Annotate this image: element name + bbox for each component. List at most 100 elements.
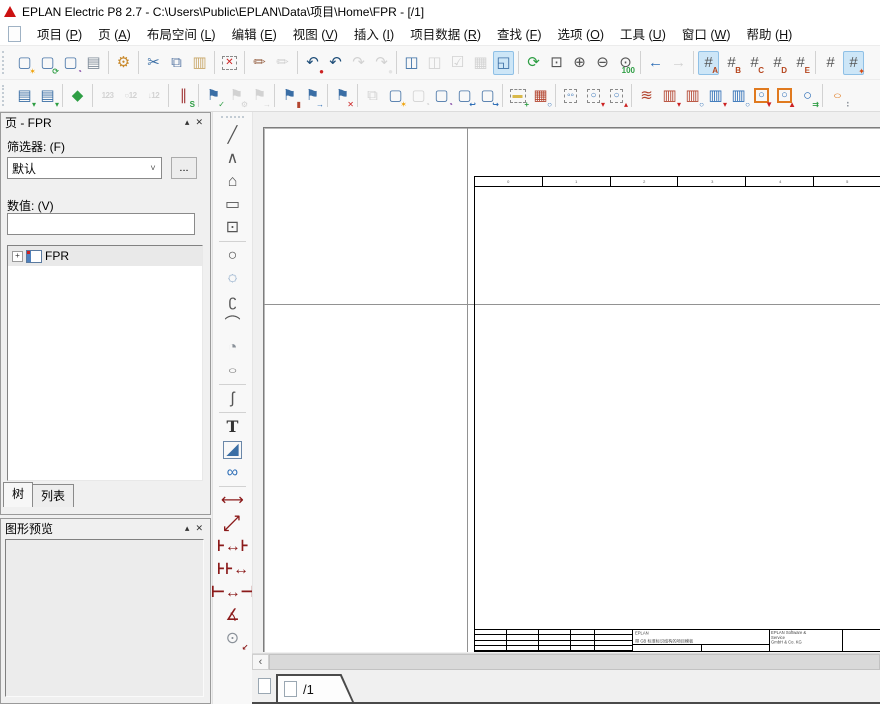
settings-icon[interactable]: ⚙ bbox=[113, 51, 134, 75]
black-box-icon[interactable]: ▥○ bbox=[682, 84, 703, 108]
format-paint-icon[interactable]: ✏ bbox=[249, 51, 270, 75]
print-icon[interactable]: ▤ bbox=[83, 51, 104, 75]
line-icon[interactable]: ╱ bbox=[219, 124, 247, 147]
arc-center-icon[interactable]: ⌒ bbox=[219, 313, 247, 336]
cable-icon[interactable]: ○∶ bbox=[827, 84, 848, 108]
menu-item-l[interactable]: 布局空间 (L) bbox=[139, 22, 224, 45]
polygon-icon[interactable]: ⌂ bbox=[219, 170, 247, 193]
panel-collapse-icon[interactable]: ▴ bbox=[182, 523, 193, 534]
format-copy-icon[interactable]: ✏ bbox=[272, 51, 293, 75]
structure-box-icon[interactable]: ▬+ bbox=[507, 84, 528, 108]
number-pages-icon[interactable]: 123 bbox=[97, 84, 118, 108]
forward-icon[interactable]: → bbox=[668, 51, 689, 75]
connection-symbols-icon[interactable]: ∥S bbox=[173, 84, 194, 108]
macro-export-icon[interactable]: ⚑→ bbox=[249, 84, 270, 108]
arc-3point-icon[interactable]: ʗ bbox=[219, 290, 247, 313]
redo-point-icon[interactable]: ↷● bbox=[371, 51, 392, 75]
dimension-radius-icon[interactable]: ⊙↙ bbox=[219, 627, 247, 650]
panel-close-icon[interactable]: ✕ bbox=[192, 117, 206, 128]
hyperlink-icon[interactable]: ∞ bbox=[219, 461, 247, 484]
menu-item-r[interactable]: 项目数据 (R) bbox=[402, 22, 489, 45]
undo-icon[interactable]: ↶ bbox=[325, 51, 346, 75]
menu-item-f[interactable]: 查找 (F) bbox=[489, 22, 549, 45]
spline-icon[interactable]: ʃ bbox=[219, 387, 247, 410]
potential-icon[interactable]: ○⇉ bbox=[797, 84, 818, 108]
back-icon[interactable]: ← bbox=[645, 51, 666, 75]
dimension-continued-icon[interactable]: ⊦↔⊦ bbox=[219, 535, 247, 558]
image-icon[interactable]: ◢ bbox=[219, 438, 247, 461]
menu-item-u[interactable]: 工具 (U) bbox=[612, 22, 674, 45]
grid-e-icon[interactable]: #E bbox=[790, 51, 811, 75]
page-properties-icon[interactable]: ▢◔ bbox=[408, 84, 429, 108]
insert-terminal-icon[interactable]: ○▾ bbox=[583, 84, 604, 108]
terminal-strip-definition-icon[interactable]: ≋ bbox=[636, 84, 657, 108]
paste-icon[interactable]: ▥ bbox=[189, 51, 210, 75]
redo-icon[interactable]: ↷ bbox=[348, 51, 369, 75]
polyline-icon[interactable]: ∧ bbox=[219, 147, 247, 170]
interruption-point-target-icon[interactable]: ○▲ bbox=[774, 84, 795, 108]
schematic-page[interactable]: 012345 修改日期姓名 日期校对标准审核 2019/11/4 EPLAN 带… bbox=[263, 127, 880, 652]
tree-item-fpr[interactable]: +FPR bbox=[8, 246, 202, 266]
circle-points-icon[interactable]: ◌ bbox=[219, 267, 247, 290]
window-split-icon[interactable]: ◫ bbox=[401, 51, 422, 75]
text-icon[interactable]: T bbox=[219, 415, 247, 438]
pages-panel-tab-树[interactable]: 树 bbox=[3, 482, 33, 507]
menu-item-h[interactable]: 帮助 (H) bbox=[739, 22, 801, 45]
dimension-incremental-icon[interactable]: ⊢↔⊣ bbox=[219, 581, 247, 604]
grid-b-icon[interactable]: #B bbox=[721, 51, 742, 75]
import-page-icon[interactable]: ▢↩ bbox=[454, 84, 475, 108]
dimension-baseline-icon[interactable]: ⊦⊦↔ bbox=[219, 558, 247, 581]
dimension-aligned-icon[interactable]: ⟷ bbox=[219, 512, 247, 535]
number-devices-icon[interactable]: ○12 bbox=[120, 84, 141, 108]
new-page-icon[interactable]: ▢✶ bbox=[385, 84, 406, 108]
page-tab[interactable]: /1 bbox=[276, 674, 354, 702]
dimension-linear-icon[interactable]: ⟷ bbox=[219, 489, 247, 512]
zoom-100-icon[interactable]: ⊙100 bbox=[615, 51, 636, 75]
project-management-icon[interactable]: ▢◔ bbox=[60, 51, 81, 75]
undo-point-icon[interactable]: ↶● bbox=[302, 51, 323, 75]
delete-macro-icon[interactable]: ⚑✕ bbox=[332, 84, 353, 108]
menu-item-o[interactable]: 选项 (O) bbox=[549, 22, 612, 45]
grid-d-icon[interactable]: #D bbox=[767, 51, 788, 75]
menu-item-e[interactable]: 编辑 (E) bbox=[224, 22, 285, 45]
grid-c-icon[interactable]: #C bbox=[744, 51, 765, 75]
insert-device-icon[interactable]: ◦◦ bbox=[560, 84, 581, 108]
scrollbar-thumb[interactable] bbox=[269, 654, 880, 670]
grid-table-icon[interactable]: ▦ bbox=[470, 51, 491, 75]
workbook-icon[interactable]: ◱ bbox=[493, 51, 514, 75]
drawing-canvas[interactable]: 012345 修改日期姓名 日期校对标准审核 2019/11/4 EPLAN 带… bbox=[252, 112, 880, 653]
grid-a-icon[interactable]: #A bbox=[698, 51, 719, 75]
zoom-window-icon[interactable]: ⊡ bbox=[546, 51, 567, 75]
filter-browse-button[interactable]: ... bbox=[171, 157, 197, 179]
macro-settings-icon[interactable]: ⚑⚙ bbox=[226, 84, 247, 108]
scroll-left-button[interactable]: ‹ bbox=[252, 654, 269, 670]
delete-selection-icon[interactable]: ✕ bbox=[219, 51, 240, 75]
zoom-in-icon[interactable]: ⊕ bbox=[569, 51, 590, 75]
window-layout-icon[interactable]: ◫ bbox=[424, 51, 445, 75]
insert-window-macro-icon[interactable]: ⚑▮ bbox=[279, 84, 300, 108]
copy-icon[interactable]: ⧉ bbox=[166, 51, 187, 75]
snap-grid-icon[interactable]: #✦ bbox=[843, 51, 864, 75]
menu-item-i[interactable]: 插入 (I) bbox=[346, 22, 402, 45]
rectangle-icon[interactable]: ▭ bbox=[219, 193, 247, 216]
ellipse-icon[interactable]: ○ bbox=[219, 359, 247, 382]
macro-check-icon[interactable]: ⚑✓ bbox=[203, 84, 224, 108]
open-project-icon[interactable]: ▢⟳ bbox=[37, 51, 58, 75]
page-check-icon[interactable]: ☑ bbox=[447, 51, 468, 75]
new-project-icon[interactable]: ▢✶ bbox=[14, 51, 35, 75]
tree-expander-icon[interactable]: + bbox=[12, 251, 23, 262]
insert-plug-icon[interactable]: ○▴ bbox=[606, 84, 627, 108]
copy-page-icon[interactable]: ⧉ bbox=[362, 84, 383, 108]
menu-item-a[interactable]: 页 (A) bbox=[90, 22, 139, 45]
number-terminals-icon[interactable]: ↓12 bbox=[143, 84, 164, 108]
cut-icon[interactable]: ✂ bbox=[143, 51, 164, 75]
insert-symbol-macro-icon[interactable]: ⚑→ bbox=[302, 84, 323, 108]
new-page-icon[interactable] bbox=[8, 26, 21, 42]
page-properties-time-icon[interactable]: ▢◔ bbox=[431, 84, 452, 108]
plugin-icon[interactable]: ◆ bbox=[67, 84, 88, 108]
dimension-angle-icon[interactable]: ∡ bbox=[219, 604, 247, 627]
panel-collapse-icon[interactable]: ▴ bbox=[182, 117, 193, 128]
value-input[interactable] bbox=[7, 213, 195, 235]
page-navigator-icon[interactable]: ▤▾ bbox=[14, 84, 35, 108]
menu-item-w[interactable]: 窗口 (W) bbox=[674, 22, 739, 45]
